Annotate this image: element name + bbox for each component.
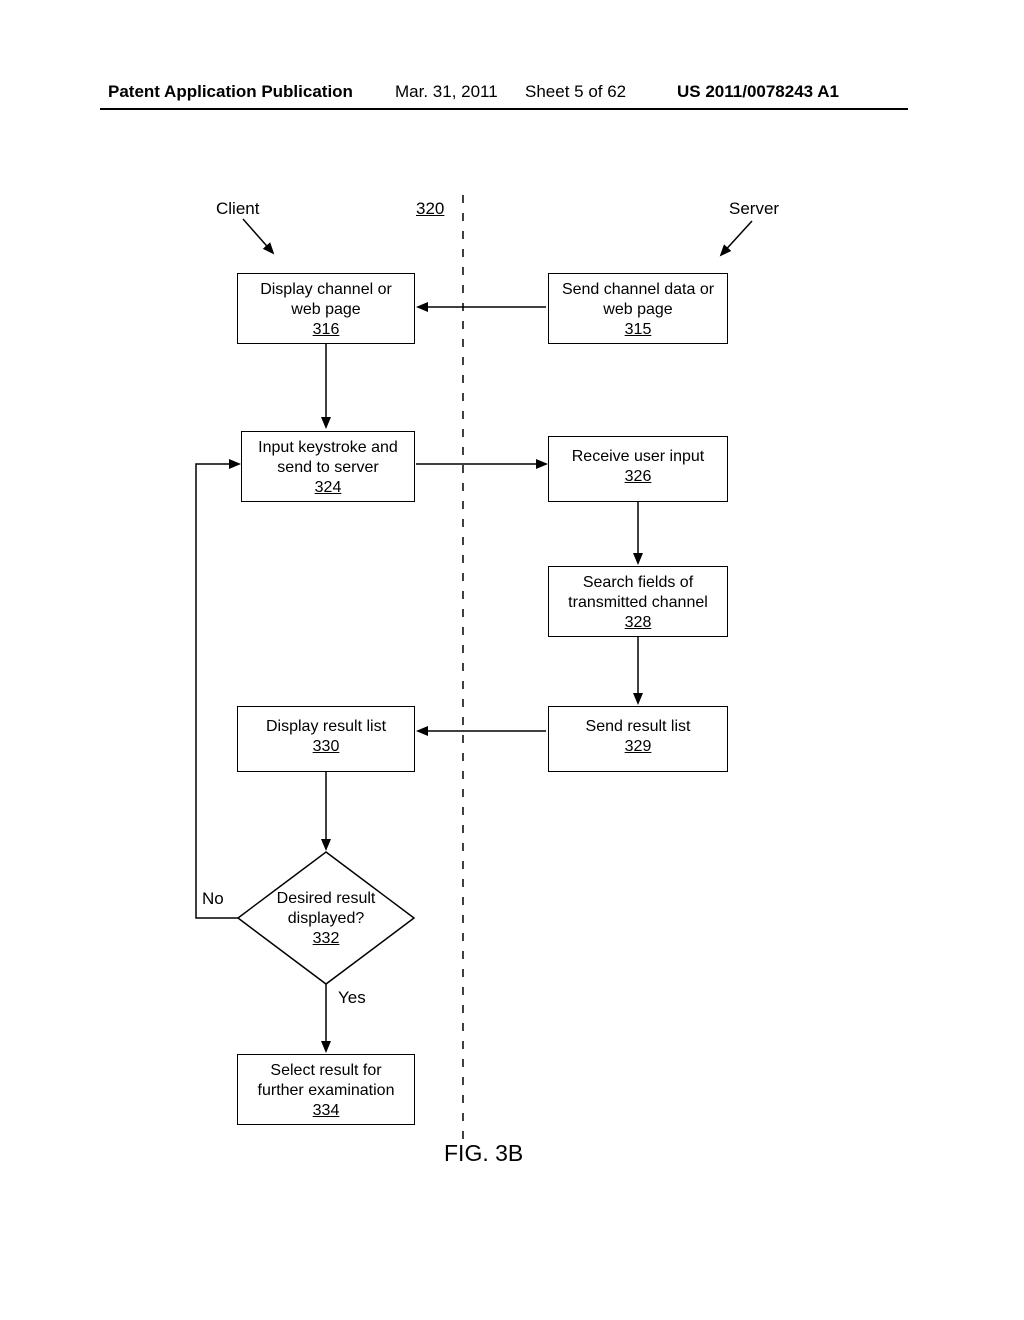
box-text: Display result list <box>238 717 414 737</box>
box-text: web page <box>238 300 414 320</box>
box-text: Select result for <box>238 1061 414 1081</box>
decision-text: displayed? <box>266 909 386 929</box>
box-search-fields: Search fields of transmitted channel 328 <box>548 566 728 637</box>
box-ref: 334 <box>238 1101 414 1121</box>
server-label: Server <box>729 199 779 219</box>
client-label: Client <box>216 199 259 219</box>
box-text: Send result list <box>549 717 727 737</box>
decision-text: Desired result <box>266 889 386 909</box>
yes-label: Yes <box>338 988 366 1008</box>
box-text: Input keystroke and <box>242 438 414 458</box>
box-display-channel: Display channel or web page 316 <box>237 273 415 344</box>
box-text: transmitted channel <box>549 593 727 613</box>
box-display-result-list: Display result list 330 <box>237 706 415 772</box>
box-ref: 328 <box>549 613 727 633</box>
decision-desired-result: Desired result displayed? 332 <box>266 889 386 949</box>
box-text: further examination <box>238 1081 414 1101</box>
no-label: No <box>202 889 224 909</box>
box-text: send to server <box>242 458 414 478</box>
box-ref: 330 <box>238 737 414 757</box>
box-ref: 326 <box>549 467 727 487</box>
ref-320: 320 <box>416 199 444 219</box>
box-text: Send channel data or <box>549 280 727 300</box>
box-ref: 315 <box>549 320 727 340</box>
diagram-canvas: Client Server 320 Display channel or web… <box>0 0 1024 1320</box>
box-ref: 324 <box>242 478 414 498</box>
box-receive-user-input: Receive user input 326 <box>548 436 728 502</box>
box-send-channel-data: Send channel data or web page 315 <box>548 273 728 344</box>
decision-ref: 332 <box>266 929 386 949</box>
box-send-result-list: Send result list 329 <box>548 706 728 772</box>
box-text: Receive user input <box>549 447 727 467</box>
box-ref: 329 <box>549 737 727 757</box>
box-text: Display channel or <box>238 280 414 300</box>
box-text: web page <box>549 300 727 320</box>
flowchart-svg <box>0 0 1024 1320</box>
box-input-keystroke: Input keystroke and send to server 324 <box>241 431 415 502</box>
box-select-result: Select result for further examination 33… <box>237 1054 415 1125</box>
box-ref: 316 <box>238 320 414 340</box>
box-text: Search fields of <box>549 573 727 593</box>
figure-label: FIG. 3B <box>444 1140 523 1167</box>
